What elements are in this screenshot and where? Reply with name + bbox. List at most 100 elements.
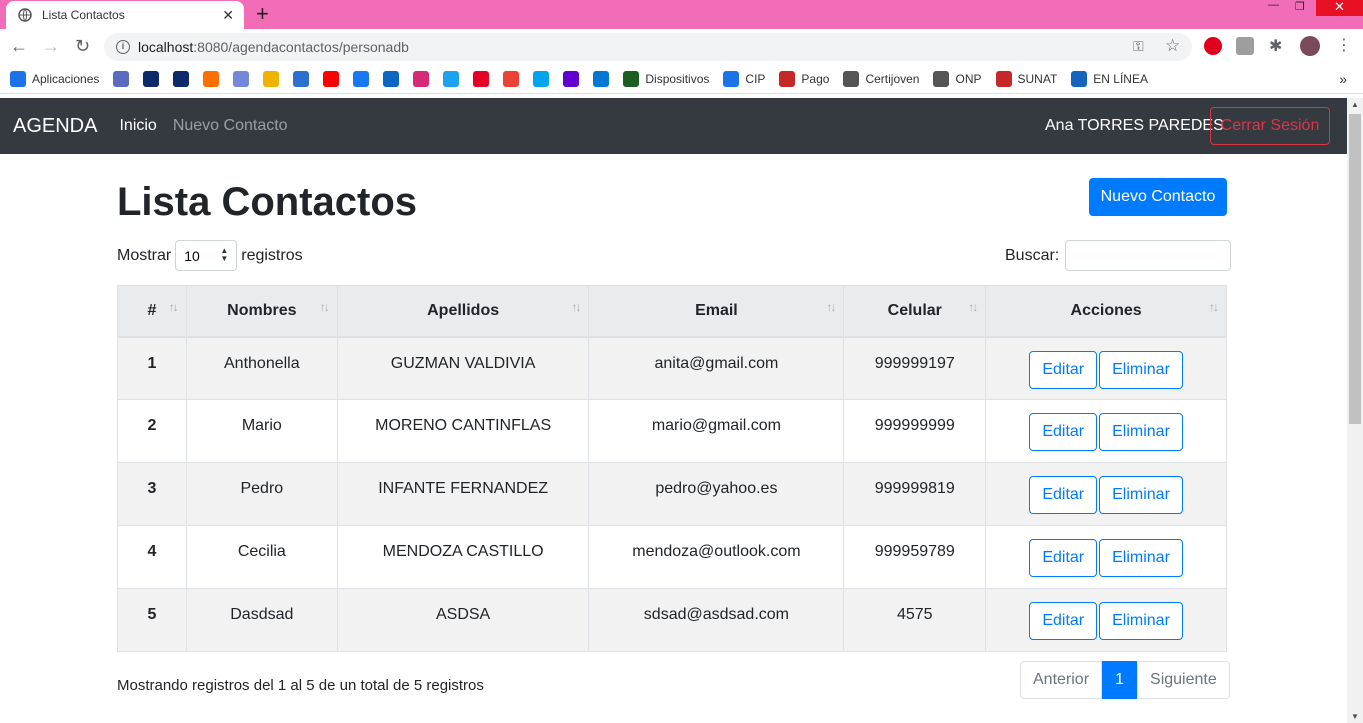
bookmark-item[interactable]: Aplicaciones <box>10 71 99 87</box>
cell-id: 5 <box>117 588 187 652</box>
bookmark-icon <box>383 71 400 87</box>
search-input[interactable] <box>1065 240 1232 271</box>
header-id[interactable]: # ↑↓ <box>117 285 187 338</box>
cell-apellidos: MORENO CANTINFLAS <box>336 399 590 463</box>
bookmark-icon <box>173 71 190 87</box>
scroll-up-icon[interactable]: ▲ <box>1351 100 1359 109</box>
shield-extension-icon[interactable] <box>1236 37 1254 55</box>
puzzle-icon[interactable]: ✱ <box>1269 36 1282 56</box>
sort-icon: ↑↓ <box>571 300 581 314</box>
bookmark-item[interactable] <box>473 71 490 87</box>
url-bar[interactable]: i localhost:8080/agendacontactos/persona… <box>104 33 1192 61</box>
scroll-down-icon[interactable]: ▼ <box>1351 712 1359 721</box>
bookmark-item[interactable]: CIP <box>723 71 765 87</box>
header-celular[interactable]: Celular ↑↓ <box>843 285 987 338</box>
cell-celular: 999999999 <box>843 399 987 463</box>
edit-button[interactable]: Editar <box>1029 476 1098 514</box>
bookmark-item[interactable] <box>593 71 610 87</box>
opera-extension-icon[interactable] <box>1204 37 1222 55</box>
profile-avatar[interactable] <box>1300 36 1320 56</box>
header-acciones[interactable]: Acciones ↑↓ <box>985 285 1227 338</box>
forward-arrow-icon[interactable]: → <box>42 36 60 57</box>
cell-id: 1 <box>117 336 187 400</box>
bookmark-item[interactable] <box>503 71 520 87</box>
table-row: 4 Cecilia MENDOZA CASTILLO mendoza@outlook.… <box>117 525 1227 589</box>
scrollbar-thumb[interactable] <box>1349 114 1361 424</box>
top-navbar: AGENDA Inicio Nuevo Contacto Ana TORRES … <box>0 98 1347 154</box>
cell-apellidos: INFANTE FERNANDEZ <box>336 462 590 526</box>
edit-button[interactable]: Editar <box>1029 539 1098 577</box>
bookmark-icon <box>563 71 580 87</box>
bookmark-item[interactable]: SUNAT <box>995 71 1058 87</box>
bookmark-item[interactable] <box>233 71 250 87</box>
brand-link[interactable]: AGENDA <box>13 115 97 138</box>
star-icon[interactable]: ☆ <box>1165 36 1180 56</box>
delete-button[interactable]: Eliminar <box>1099 350 1183 389</box>
bookmark-icon <box>113 71 130 87</box>
bookmark-icon <box>843 71 860 87</box>
cell-nombres: Pedro <box>185 462 338 526</box>
header-apellidos[interactable]: Apellidos ↑↓ <box>336 285 590 338</box>
site-info-icon[interactable]: i <box>116 40 130 54</box>
bookmark-item[interactable] <box>413 71 430 87</box>
page-title: Lista Contactos <box>117 180 418 224</box>
pagination-previous[interactable]: Anterior <box>1020 661 1103 699</box>
bookmark-item[interactable] <box>263 71 280 87</box>
bookmark-item[interactable] <box>353 71 370 87</box>
cell-acciones: Editar Eliminar <box>985 336 1227 400</box>
search-label: Buscar: <box>1005 246 1060 264</box>
key-icon[interactable]: ⚿ <box>1133 38 1144 55</box>
delete-button[interactable]: Eliminar <box>1099 539 1183 577</box>
bookmark-item[interactable]: ONP <box>933 71 982 87</box>
cell-apellidos: GUZMAN VALDIVIA <box>336 336 590 400</box>
logout-button[interactable]: Cerrar Sesión <box>1210 107 1330 145</box>
edit-button[interactable]: Editar <box>1029 413 1098 451</box>
nav-link-inicio[interactable]: Inicio <box>119 117 156 135</box>
bookmark-item[interactable] <box>143 71 160 87</box>
delete-button[interactable]: Eliminar <box>1099 602 1183 640</box>
menu-dots-icon[interactable]: ⋮ <box>1336 35 1352 55</box>
window-close-icon[interactable]: ✕ <box>1316 0 1363 16</box>
page-scrollbar[interactable]: ▲ ▼ <box>1347 98 1363 723</box>
bookmark-item[interactable]: Pago <box>779 71 829 87</box>
window-minimize-icon[interactable]: — <box>1268 0 1279 15</box>
page-length-select[interactable]: 10 <box>175 240 238 271</box>
pagination-page-1[interactable]: 1 <box>1102 661 1138 699</box>
bookmark-item[interactable] <box>533 71 550 87</box>
header-label: # <box>147 301 157 319</box>
bookmark-item[interactable] <box>383 71 400 87</box>
bookmark-item[interactable] <box>293 71 310 87</box>
new-tab-icon[interactable]: + <box>256 1 269 27</box>
header-nombres[interactable]: Nombres ↑↓ <box>185 285 338 338</box>
table-info: Mostrando registros del 1 al 5 de un tot… <box>117 677 484 694</box>
bookmark-label: SUNAT <box>1017 72 1058 86</box>
new-contact-button[interactable]: Nuevo Contacto <box>1089 178 1227 216</box>
bookmark-label: Certijoven <box>865 72 920 86</box>
reload-icon[interactable]: ↻ <box>75 36 90 57</box>
delete-button[interactable]: Eliminar <box>1099 476 1183 514</box>
bookmark-item[interactable] <box>113 71 130 87</box>
delete-button[interactable]: Eliminar <box>1099 413 1183 451</box>
tab-close-icon[interactable]: ✕ <box>222 7 234 24</box>
contacts-table: # ↑↓ Nombres ↑↓ Apellidos ↑↓ Email ↑↓ Celula… <box>117 285 1227 652</box>
pagination-next[interactable]: Siguiente <box>1137 661 1230 699</box>
nav-link-nuevo-contacto[interactable]: Nuevo Contacto <box>173 117 288 135</box>
show-label: Mostrar <box>117 246 172 264</box>
bookmark-item[interactable] <box>563 71 580 87</box>
browser-tab[interactable]: Lista Contactos ✕ <box>6 1 244 29</box>
bookmarks-overflow-icon[interactable]: » <box>1339 71 1347 87</box>
bookmark-item[interactable]: Certijoven <box>843 71 919 87</box>
edit-button[interactable]: Editar <box>1029 602 1098 640</box>
bookmark-item[interactable] <box>443 71 460 87</box>
bookmark-item[interactable] <box>203 71 220 87</box>
header-email[interactable]: Email ↑↓ <box>588 285 845 338</box>
bookmark-item[interactable] <box>323 71 340 87</box>
back-arrow-icon[interactable]: ← <box>10 36 28 57</box>
bookmark-item[interactable] <box>173 71 190 87</box>
url-path: :8080/agendacontactos/personadb <box>193 39 409 55</box>
bookmark-item[interactable]: EN LÍNEA <box>1071 71 1148 87</box>
cell-apellidos: ASDSA <box>336 588 590 652</box>
bookmark-item[interactable]: Dispositivos <box>623 71 709 87</box>
window-restore-icon[interactable]: ❐ <box>1295 0 1305 16</box>
edit-button[interactable]: Editar <box>1029 350 1098 389</box>
